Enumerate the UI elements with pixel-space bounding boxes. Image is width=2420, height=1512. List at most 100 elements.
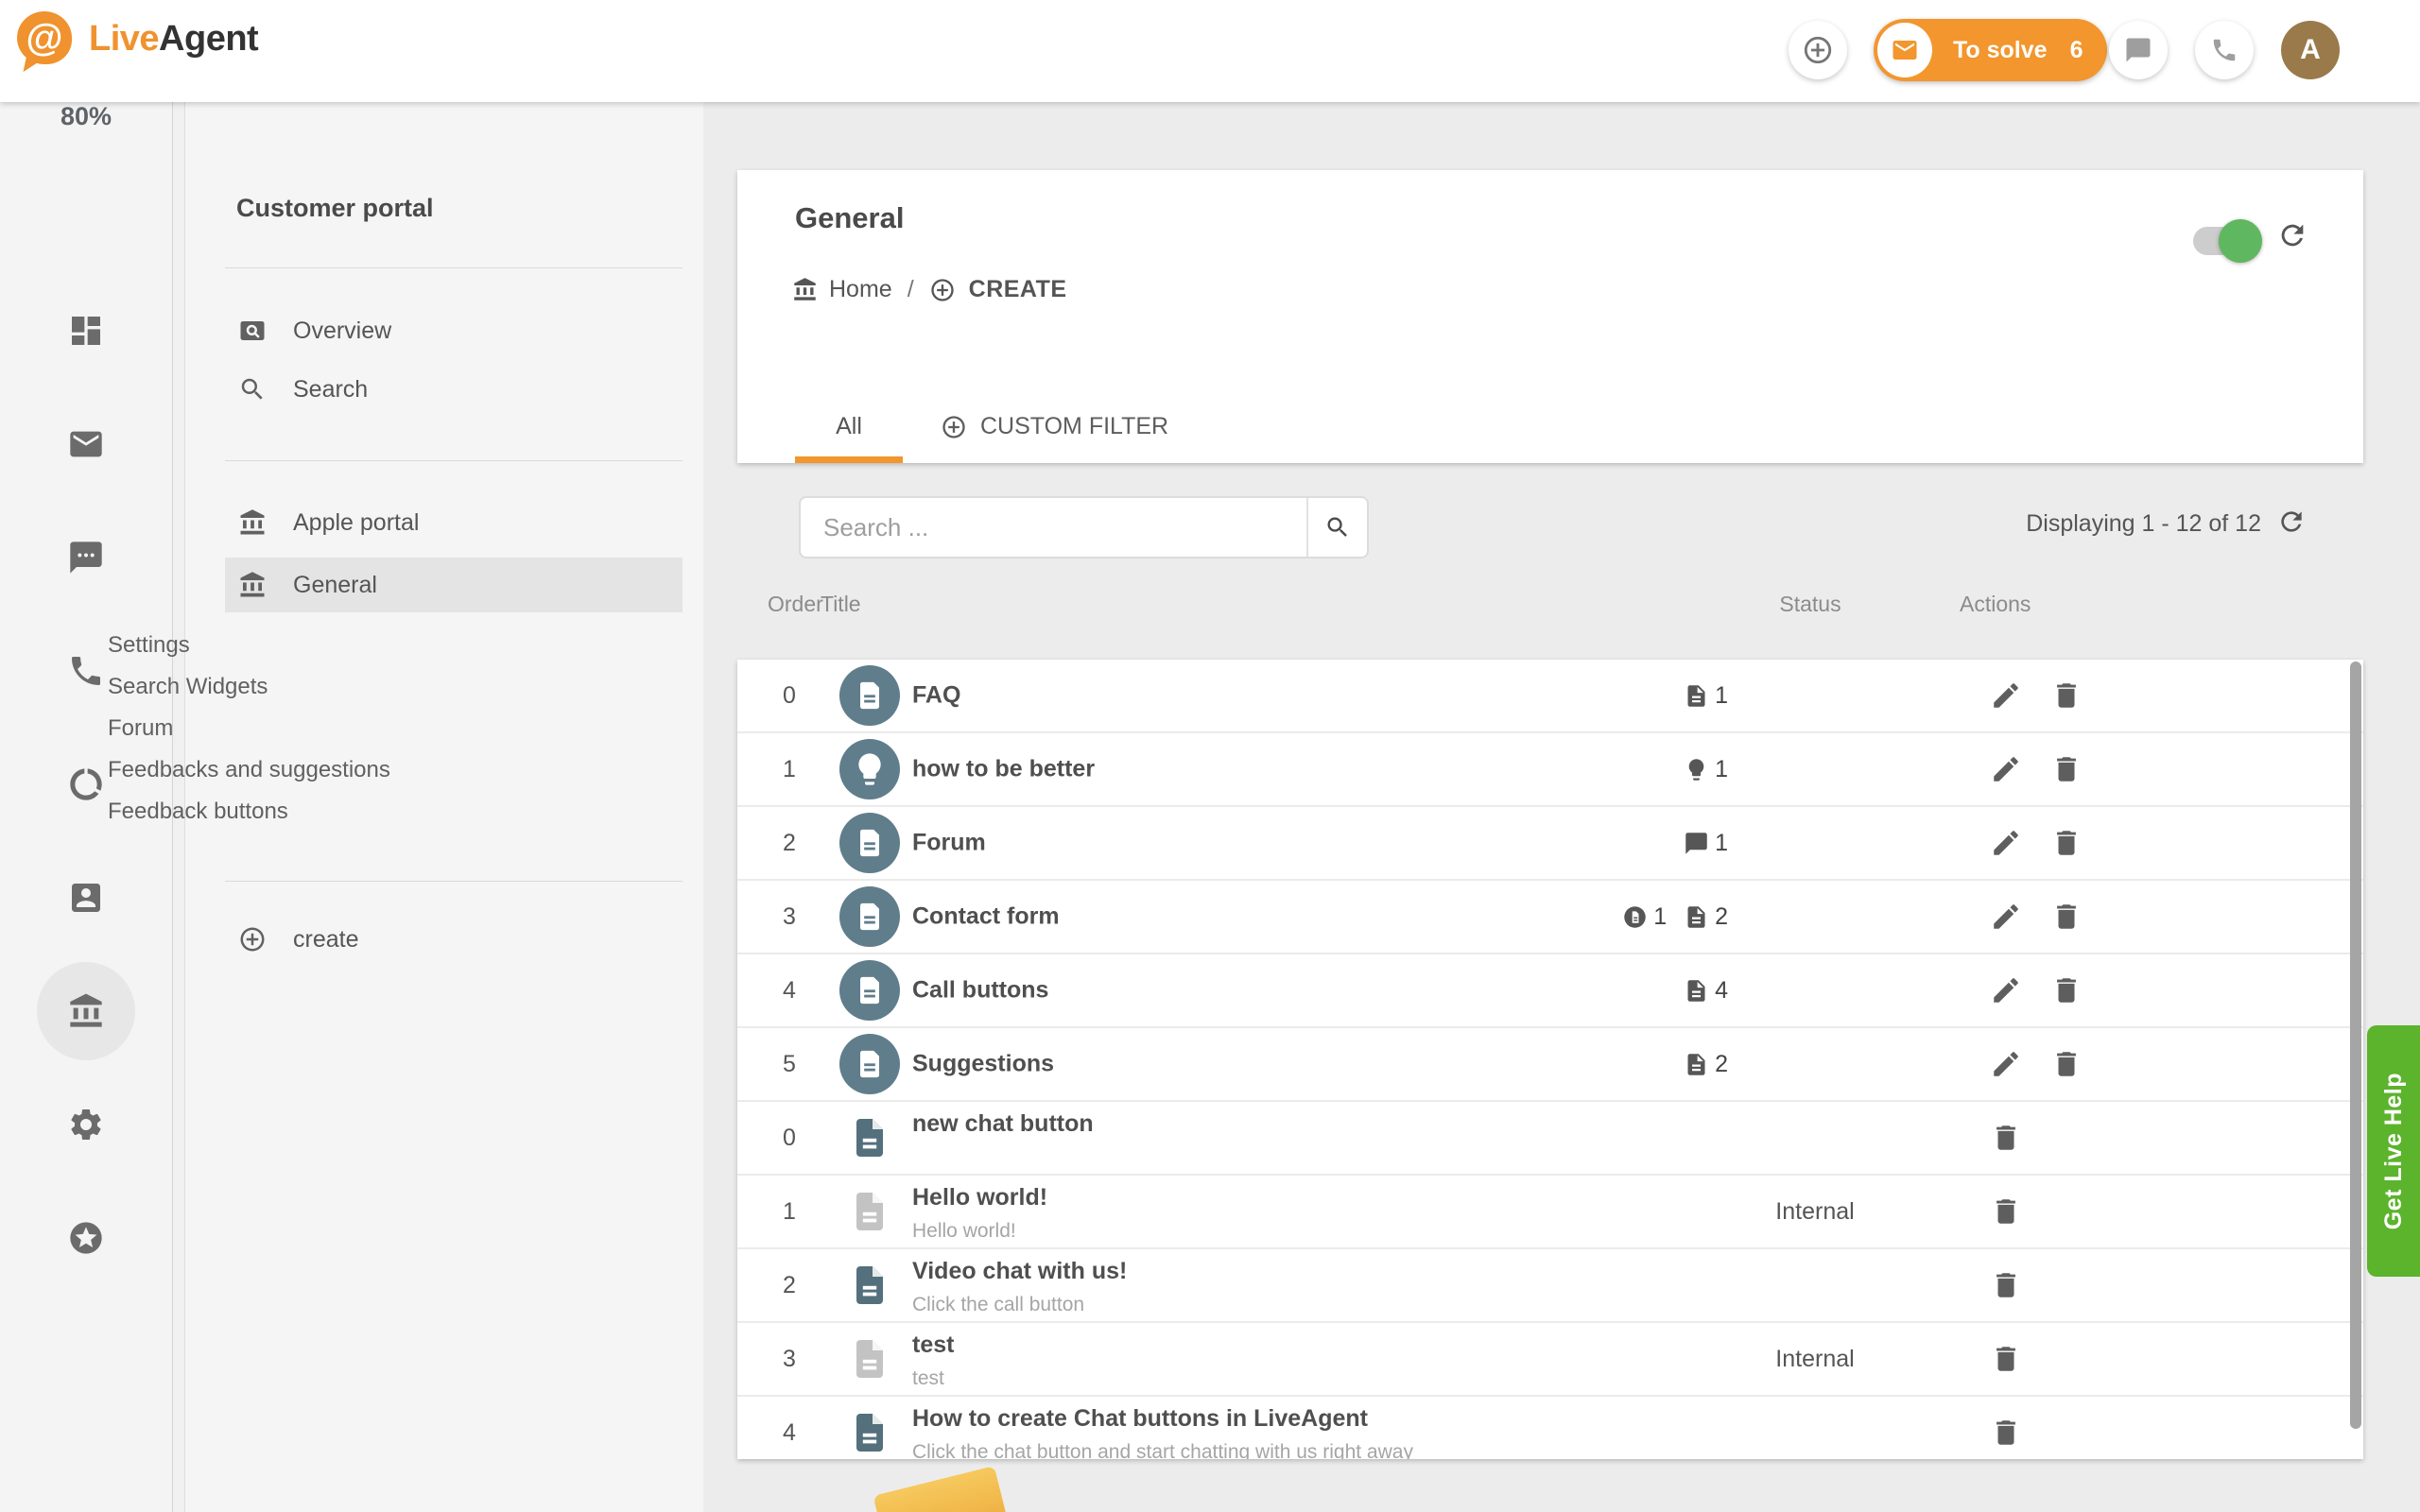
row-actions bbox=[1990, 1028, 2083, 1100]
breadcrumb-create[interactable]: CREATE bbox=[969, 276, 1067, 303]
table-row[interactable]: 2 Forum 1 bbox=[737, 807, 2363, 881]
rail-item-dashboard[interactable] bbox=[0, 293, 172, 369]
get-live-help-tab[interactable]: Get Live Help bbox=[2367, 1025, 2420, 1277]
chats-icon bbox=[67, 539, 105, 576]
row-title[interactable]: how to be better bbox=[912, 756, 1095, 783]
get-live-help-label: Get Live Help bbox=[2380, 1073, 2408, 1229]
sidebar-item-apple-portal[interactable]: Apple portal bbox=[225, 495, 683, 550]
row-title[interactable]: Suggestions bbox=[912, 1051, 1054, 1078]
row-subtitle: Click the call button bbox=[912, 1294, 1127, 1316]
sidebar-subitem-feedback-buttons[interactable]: Feedback buttons bbox=[108, 791, 495, 833]
tab-all[interactable]: All bbox=[795, 413, 903, 440]
edit-button[interactable] bbox=[1990, 753, 2022, 785]
search-icon bbox=[1324, 514, 1351, 541]
edit-button[interactable] bbox=[1990, 679, 2022, 712]
row-title[interactable]: Contact form bbox=[912, 903, 1060, 931]
delete-button[interactable] bbox=[2050, 974, 2083, 1006]
to-solve-button[interactable]: To solve 6 bbox=[1874, 19, 2107, 81]
sidebar-subitem-feedbacks[interactable]: Feedbacks and suggestions bbox=[108, 749, 495, 791]
table-row[interactable]: 1 Hello world! Hello world! Internal bbox=[737, 1176, 2363, 1249]
sidebar-subitem-forum[interactable]: Forum bbox=[108, 708, 495, 749]
sidebar-subitem-search-widgets[interactable]: Search Widgets bbox=[108, 666, 495, 708]
row-actions bbox=[1990, 660, 2083, 731]
add-new-button[interactable] bbox=[1789, 21, 1847, 79]
refresh-icon[interactable] bbox=[2276, 219, 2308, 251]
tab-custom-filter[interactable]: CUSTOM FILTER bbox=[941, 413, 1168, 440]
sidebar-item-overview[interactable]: Overview bbox=[225, 303, 683, 358]
sidebar-subitem-settings[interactable]: Settings bbox=[108, 625, 495, 666]
chats-header-button[interactable] bbox=[2109, 21, 2168, 79]
rail-item-customer-portal[interactable] bbox=[0, 973, 172, 1049]
table-row[interactable]: 3 Contact form 1 2 bbox=[737, 881, 2363, 954]
delete-button[interactable] bbox=[1990, 1343, 2022, 1375]
delete-button[interactable] bbox=[2050, 753, 2083, 785]
row-title[interactable]: Hello world! bbox=[912, 1184, 1047, 1211]
delete-button[interactable] bbox=[1990, 1195, 2022, 1228]
row-title[interactable]: How to create Chat buttons in LiveAgent bbox=[912, 1405, 1413, 1433]
logo-word-agent: Agent bbox=[159, 19, 258, 59]
status-badge: Internal bbox=[1739, 1176, 1891, 1247]
table-row[interactable]: 4 How to create Chat buttons in LiveAgen… bbox=[737, 1397, 2363, 1459]
to-solve-count: 6 bbox=[2070, 37, 2083, 64]
edit-button[interactable] bbox=[1990, 827, 2022, 859]
edit-button[interactable] bbox=[1990, 1048, 2022, 1080]
refresh-icon[interactable] bbox=[2276, 507, 2307, 537]
edit-button[interactable] bbox=[1990, 901, 2022, 933]
row-title[interactable]: Call buttons bbox=[912, 977, 1048, 1005]
rewards-icon bbox=[67, 1219, 105, 1257]
delete-button[interactable] bbox=[2050, 679, 2083, 712]
logo-bubble-tail bbox=[24, 58, 42, 76]
chat-bubble-icon bbox=[2124, 36, 2152, 64]
sidebar-item-create[interactable]: create bbox=[225, 912, 683, 967]
search-input[interactable] bbox=[801, 498, 1306, 557]
row-title[interactable]: Video chat with us! bbox=[912, 1258, 1127, 1285]
plus-circle-icon bbox=[929, 277, 956, 303]
table-row[interactable]: 4 Call buttons 4 bbox=[737, 954, 2363, 1028]
delete-button[interactable] bbox=[1990, 1122, 2022, 1154]
table-row[interactable]: 1 how to be better 1 bbox=[737, 733, 2363, 807]
row-order: 0 bbox=[766, 1102, 813, 1174]
row-actions bbox=[1990, 1397, 2022, 1459]
sidebar-item-search[interactable]: Search bbox=[225, 362, 683, 417]
rail-item-settings[interactable] bbox=[0, 1087, 172, 1162]
delete-button[interactable] bbox=[2050, 1048, 2083, 1080]
table-row[interactable]: 0 new chat button bbox=[737, 1102, 2363, 1176]
sidebar-title: Customer portal bbox=[236, 194, 434, 223]
row-title[interactable]: Forum bbox=[912, 830, 986, 857]
edit-button[interactable] bbox=[1990, 974, 2022, 1006]
contacts-icon bbox=[67, 879, 105, 917]
portal-enabled-toggle[interactable] bbox=[2193, 227, 2254, 255]
delete-button[interactable] bbox=[1990, 1417, 2022, 1449]
count-value: 2 bbox=[1715, 1051, 1728, 1078]
row-title[interactable]: FAQ bbox=[912, 682, 960, 710]
row-title[interactable]: new chat button bbox=[912, 1110, 1094, 1138]
usage-percent: 80% bbox=[0, 102, 172, 131]
rail-item-chats[interactable] bbox=[0, 520, 172, 595]
table-row[interactable]: 0 FAQ 1 bbox=[737, 660, 2363, 733]
column-header-order: Order bbox=[768, 592, 823, 617]
user-avatar[interactable]: A bbox=[2281, 21, 2340, 79]
breadcrumb-home[interactable]: Home bbox=[829, 276, 892, 303]
table-row[interactable]: 3 test test Internal bbox=[737, 1323, 2363, 1397]
delete-button[interactable] bbox=[2050, 901, 2083, 933]
rail-item-tickets-mail[interactable] bbox=[0, 406, 172, 482]
rail-item-contacts[interactable] bbox=[0, 860, 172, 936]
sidebar-item-general[interactable]: General bbox=[225, 558, 683, 612]
table-row[interactable]: 5 Suggestions 2 bbox=[737, 1028, 2363, 1102]
delete-button[interactable] bbox=[1990, 1269, 2022, 1301]
row-title[interactable]: test bbox=[912, 1332, 954, 1359]
liveagent-logo[interactable]: @ LiveAgent bbox=[17, 11, 258, 66]
bulb-count-icon bbox=[1684, 757, 1709, 782]
doc-icon bbox=[851, 1045, 889, 1083]
sidebar-divider bbox=[225, 881, 683, 882]
table-row[interactable]: 2 Video chat with us! Click the call but… bbox=[737, 1249, 2363, 1323]
table-scrollbar[interactable] bbox=[2350, 662, 2361, 1429]
row-title-block: FAQ bbox=[912, 682, 960, 710]
calls-header-button[interactable] bbox=[2195, 21, 2254, 79]
count-value: 1 bbox=[1715, 682, 1728, 710]
logo-word-live: Live bbox=[89, 19, 159, 59]
row-actions bbox=[1990, 807, 2083, 879]
search-submit-button[interactable] bbox=[1306, 498, 1367, 557]
rail-item-rewards[interactable] bbox=[0, 1200, 172, 1276]
delete-button[interactable] bbox=[2050, 827, 2083, 859]
